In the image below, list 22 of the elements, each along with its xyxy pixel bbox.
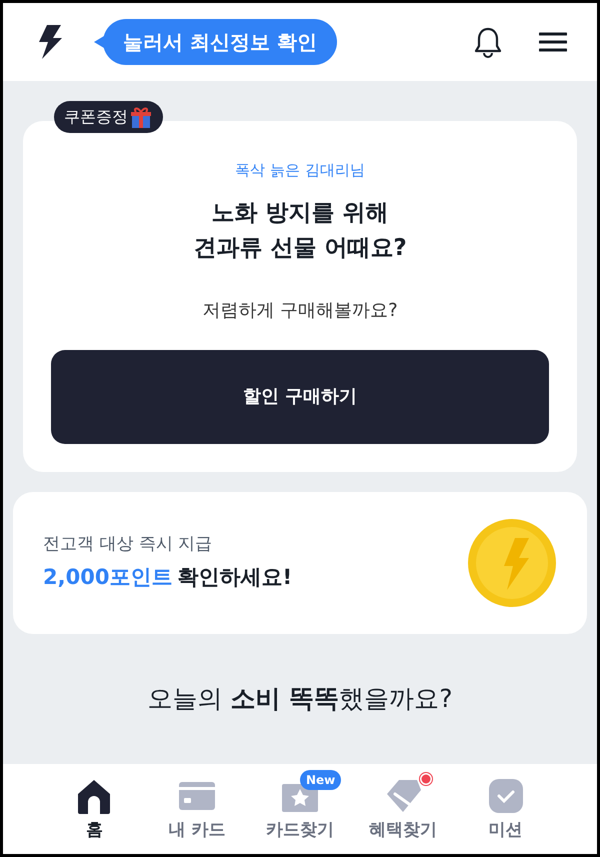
points-card[interactable]: 전고객 대상 즉시 지급 2,000포인트 확인하세요! <box>13 492 587 634</box>
badge-label: 쿠폰증정 <box>64 106 128 128</box>
lightning-icon[interactable] <box>37 25 63 59</box>
nav-tab[interactable]: 내 카드 <box>152 764 242 854</box>
coin-icon <box>467 518 557 608</box>
gift-icon <box>129 105 153 129</box>
nav-tab[interactable]: 미션 <box>460 764 551 854</box>
nav-tab[interactable]: 혜택찾기 <box>358 764 448 854</box>
headline-text: 노화 방지를 위해 <box>210 198 390 228</box>
section-heading: 오늘의 소비 똑똑했을까요? <box>146 682 454 715</box>
greeting-text: 폭삭 늙은 김대리님 <box>234 160 366 181</box>
new-badge: New <box>300 770 342 790</box>
notification-bell-icon[interactable] <box>473 26 503 58</box>
nav-tab[interactable]: New 카드찾기 <box>254 764 345 854</box>
headline-text: 견과류 선물 어때요? <box>192 234 408 264</box>
question-text: 저렴하게 구매해볼까요? <box>201 298 399 323</box>
purchase-button[interactable]: 할인 구매하기 <box>51 350 549 444</box>
points-cta: 확인하세요! <box>178 564 292 589</box>
nav-tab[interactable]: 홈 <box>49 764 140 854</box>
menu-icon[interactable] <box>539 31 567 53</box>
points-caption: 전고객 대상 즉시 지급 <box>43 533 214 556</box>
points-amount: 2,000포인트 <box>43 564 172 589</box>
